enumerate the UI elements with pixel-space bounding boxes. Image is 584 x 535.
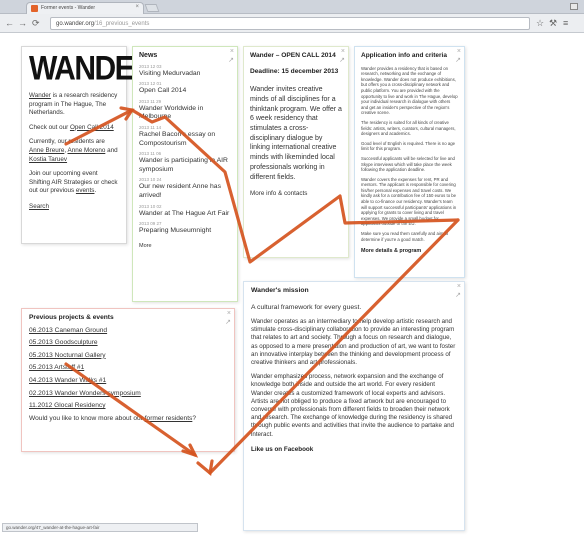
mission-card: × ↗ Wander's mission A cultural framewor… (243, 281, 465, 531)
projects-card: × ↗ Previous projects & events 06.2013 C… (21, 308, 235, 452)
close-icon[interactable]: × (341, 48, 345, 55)
search-link[interactable]: Search (29, 203, 119, 212)
window-control-icon[interactable] (570, 3, 578, 10)
news-title[interactable]: Wander is participating in AIR symposium (139, 157, 231, 174)
back-arrow-icon[interactable]: ← (5, 18, 14, 28)
project-link[interactable]: 11.2012 Glocal Residency (29, 400, 227, 413)
browser-toolbar: ← → ⟳ go.wander.org/16_previous_events ☆… (0, 14, 584, 33)
status-bar: go.wander.org/47_wander-at-the-hague-art… (2, 523, 198, 532)
address-bar[interactable]: go.wander.org/16_previous_events (50, 17, 530, 30)
news-item[interactable]: 2013 12 01 Open Call 2014 (139, 81, 231, 96)
news-title[interactable]: Preparing Museumnight (139, 227, 231, 236)
expand-arrow-icon[interactable]: ↗ (455, 291, 461, 299)
expand-arrow-icon[interactable]: ↗ (228, 56, 234, 64)
events-link[interactable]: events (76, 187, 95, 194)
project-link[interactable]: 02.2013 Wander Wonders symposium (29, 388, 227, 401)
news-item[interactable]: 2013 09 27 Preparing Museumnight (139, 221, 231, 236)
news-title[interactable]: Our new resident Anne has arrived! (139, 183, 231, 200)
wrench-icon[interactable]: ⚒ (549, 18, 557, 28)
opencall-title: Wander – OPEN CALL 2014 (250, 52, 336, 59)
reload-icon[interactable]: ⟳ (32, 18, 40, 28)
expand-arrow-icon[interactable]: ↗ (225, 318, 231, 326)
browser-tab[interactable]: Former events - Wander × (26, 2, 144, 14)
browser-tab-bar: Former events - Wander × (0, 0, 584, 14)
application-card: × ↗ Application info and criteria Wander… (354, 46, 465, 278)
resident-link-3[interactable]: Kostia Taruev (29, 156, 67, 163)
project-link[interactable]: 06.2013 Caneman Ground (29, 325, 227, 338)
news-title[interactable]: Rachel Bacon's essay on Compostourism (139, 131, 231, 148)
news-card: × ↗ News 2013 12 03 Visiting Medurvadan 20… (132, 46, 238, 302)
mission-p1: Wander operates as an intermediary to he… (251, 318, 456, 367)
resident-link-2[interactable]: Anne Moreno (68, 147, 106, 154)
opencall-deadline: Deadline: 15 december 2013 (250, 67, 339, 75)
project-link[interactable]: 04.2013 Wander Walks #1 (29, 375, 227, 388)
close-icon[interactable]: × (227, 310, 231, 317)
project-link[interactable]: 05.2013 Goodsculpture (29, 337, 227, 350)
application-p3: Good level of English is required. There… (361, 140, 456, 152)
news-title[interactable]: Wander Worldwide in Melbourne (139, 105, 231, 122)
application-more-link[interactable]: More details & program (361, 248, 458, 254)
menu-icon[interactable]: ≡ (563, 18, 568, 28)
news-more-link[interactable]: More (139, 242, 231, 251)
news-title[interactable]: Wander at The Hague Art Fair (139, 210, 231, 219)
application-p1: Wander provides a residency that is base… (361, 65, 458, 116)
news-item[interactable]: 2013 11 14 Rachel Bacon's essay on Compos… (139, 125, 231, 148)
news-item[interactable]: 2013 12 03 Visiting Medurvadan (139, 64, 231, 79)
application-p5: Wander covers the expenses for rent, PR … (361, 176, 457, 227)
events-text: Join our upcoming event Shifting AIR Str… (29, 170, 118, 195)
sidebar-card: WANDER Wander is a research residency pr… (21, 46, 155, 244)
application-p4: Successful applicants will be selected f… (361, 155, 455, 173)
bookmark-star-icon[interactable]: ☆ (536, 18, 544, 28)
url-path: /16_previous_events (94, 21, 150, 27)
mission-p2: Wander emphasizes process, network expan… (251, 373, 454, 438)
former-residents-link[interactable]: former residents (145, 415, 193, 422)
close-icon[interactable]: × (457, 48, 461, 55)
projects-heading: Previous projects & events (29, 314, 114, 321)
project-link[interactable]: 05.2013 Nocturnal Gallery (29, 350, 227, 363)
facebook-link[interactable]: Like us on Facebook (251, 446, 457, 455)
news-heading: News (139, 52, 158, 59)
mission-tagline: A cultural framework for every guest. (251, 303, 362, 311)
expand-arrow-icon[interactable]: ↗ (455, 56, 461, 64)
forward-arrow-icon[interactable]: → (18, 18, 27, 28)
application-heading: Application info and criteria (361, 52, 447, 59)
news-item[interactable]: 2013 10 24 Our new resident Anne has arri… (139, 177, 231, 200)
news-item[interactable]: 2013 11 29 Wander Worldwide in Melbourne (139, 99, 231, 122)
news-title[interactable]: Open Call 2014 (139, 87, 231, 96)
close-icon[interactable]: × (457, 283, 461, 290)
news-item[interactable]: 2013 10 02 Wander at The Hague Art Fair (139, 204, 231, 219)
news-title[interactable]: Visiting Medurvadan (139, 70, 231, 79)
favicon-icon (31, 5, 38, 12)
news-list: 2013 12 03 Visiting Medurvadan 2013 12 01 O… (139, 64, 231, 236)
application-p2: The residency is suited for all kinds of… (361, 119, 456, 137)
news-item[interactable]: 2013 11 06 Wander is participating in AIR… (139, 151, 231, 174)
url-host: go.wander.org (56, 21, 95, 27)
wander-logo[interactable]: WANDER (29, 51, 155, 87)
application-p6: Make sure you read them carefully and ai… (361, 231, 449, 242)
project-link[interactable]: 05.2013 Artstuff #1 (29, 362, 227, 375)
opencall-body: Wander invites creative minds of all dis… (250, 86, 342, 181)
opencall-card: × ↗ Wander – OPEN CALL 2014 Deadline: 15… (243, 46, 349, 258)
opencall-more-link[interactable]: More info & contacts (250, 190, 342, 199)
projects-list: 06.2013 Caneman Ground 05.2013 Goodsculpt… (29, 325, 227, 413)
residents-text: Currently, our residents are Anne Breure… (29, 138, 118, 163)
former-residents-text: Would you like to know more about our fo… (29, 414, 197, 422)
mission-heading: Wander's mission (251, 287, 309, 294)
intro-text: Wander is a research residency program i… (29, 92, 118, 117)
webpage: WANDER Wander is a research residency pr… (0, 34, 584, 531)
tab-close-icon[interactable]: × (135, 4, 139, 10)
opencall-text: Check out our Open Call 2014 (29, 123, 114, 131)
expand-arrow-icon[interactable]: ↗ (339, 56, 345, 64)
tab-title: Former events - Wander (41, 5, 95, 11)
resident-link-1[interactable]: Anne Breure (29, 147, 64, 154)
wander-link[interactable]: Wander (29, 92, 51, 99)
opencall-link[interactable]: Open Call 2014 (70, 124, 114, 131)
close-icon[interactable]: × (230, 48, 234, 55)
new-tab-button[interactable] (144, 4, 160, 12)
